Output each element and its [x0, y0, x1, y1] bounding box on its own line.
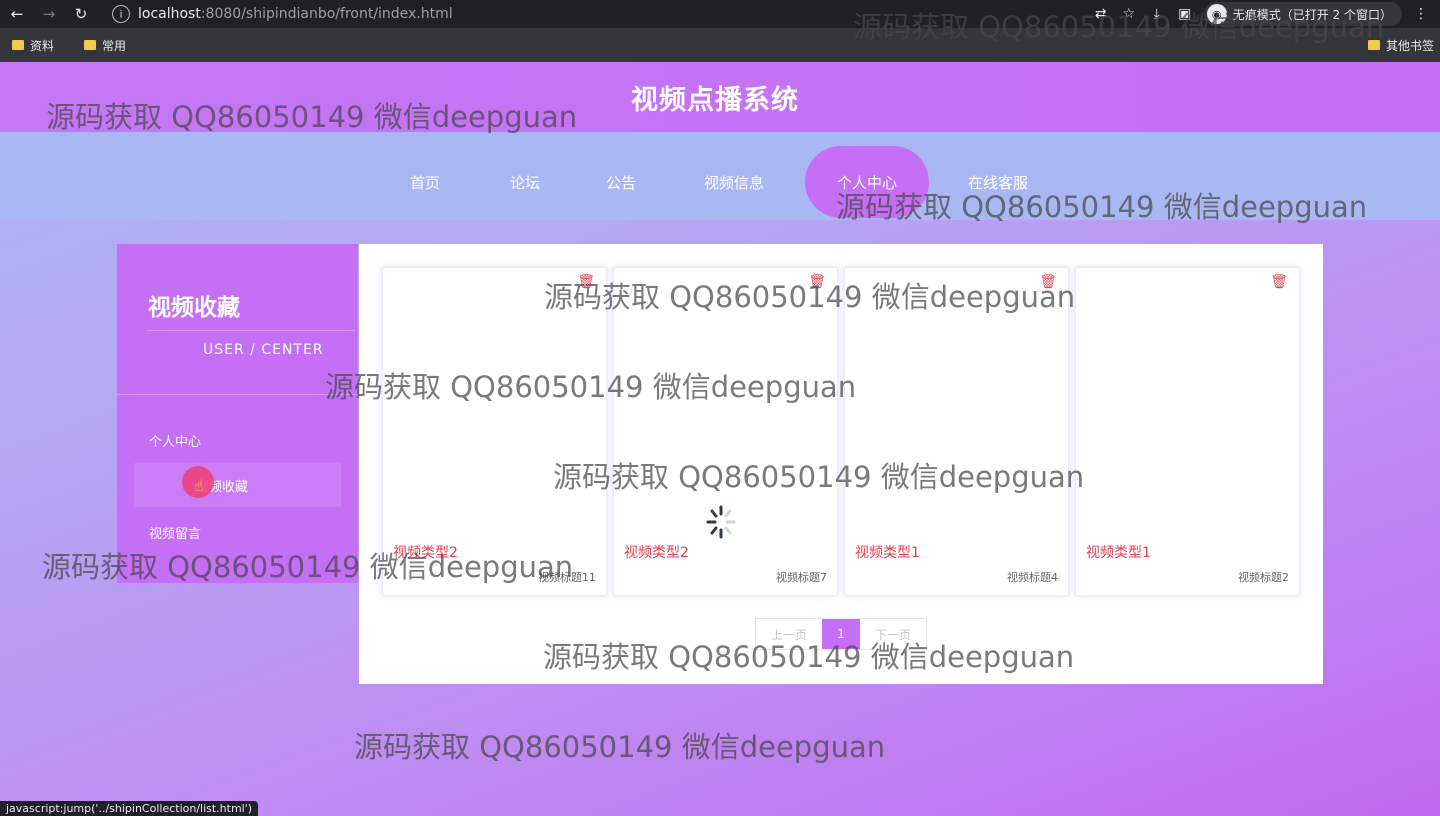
- nav-item-notice[interactable]: 公告: [591, 146, 651, 218]
- incognito-badge[interactable]: ◉ 无痕模式（已打开 2 个窗口）: [1203, 2, 1402, 26]
- reload-icon[interactable]: ↻: [68, 0, 94, 28]
- main-nav: 首页 论坛 公告 视频信息 个人中心 在线客服: [0, 132, 1440, 220]
- nav-item-forum[interactable]: 论坛: [495, 146, 555, 218]
- video-type: 视频类型1: [855, 545, 920, 561]
- divider: [117, 394, 358, 395]
- trash-icon[interactable]: 🗑: [1270, 274, 1288, 290]
- site-info-icon[interactable]: i: [112, 5, 130, 23]
- video-title: 视频标题11: [538, 571, 596, 584]
- browser-toolbar: ← → ↻ i localhost:8080/shipindianbo/fron…: [0, 0, 1440, 28]
- star-icon[interactable]: ☆: [1120, 6, 1138, 22]
- next-page-button[interactable]: 下一页: [860, 619, 926, 649]
- video-type: 视频类型1: [1086, 545, 1151, 561]
- video-type: 视频类型2: [624, 545, 689, 561]
- nav-item-video-info[interactable]: 视频信息: [690, 146, 778, 218]
- back-icon[interactable]: ←: [4, 0, 30, 28]
- video-card[interactable]: 🗑 视频类型2 视频标题11: [382, 267, 607, 596]
- video-title: 视频标题2: [1238, 571, 1289, 584]
- watermark: 源码获取 QQ86050149 微信deepguan: [354, 730, 886, 764]
- folder-icon: [1367, 40, 1380, 50]
- folder-icon: [12, 40, 24, 50]
- sidebar-subtitle: USER / CENTER: [203, 342, 324, 358]
- sidebar-item-user-center[interactable]: 个人中心: [149, 431, 201, 450]
- site-header: 视频点播系统: [0, 62, 1440, 132]
- incognito-label: 无痕模式（已打开 2 个窗口）: [1232, 7, 1392, 22]
- video-card[interactable]: 🗑 视频类型2 视频标题7: [613, 267, 838, 596]
- video-title: 视频标题4: [1007, 571, 1058, 584]
- sidepanel-icon[interactable]: ▣: [1176, 6, 1194, 22]
- sidebar: 视频收藏 USER / CENTER 个人中心 视频收藏 视频留言 ☝: [117, 244, 358, 583]
- url-path: :8080/shipindianbo/front/index.html: [200, 6, 453, 22]
- bookmark-label: 其他书签: [1385, 38, 1434, 53]
- folder-icon: [84, 40, 97, 50]
- bookmark-folder[interactable]: 常用: [84, 37, 126, 54]
- menu-icon[interactable]: ⋮: [1412, 6, 1430, 22]
- sidebar-title: 视频收藏: [148, 295, 240, 321]
- bookmark-label: 常用: [102, 38, 127, 53]
- collection-panel: 🗑 视频类型2 视频标题11 🗑 视频类型2 视频标题7 🗑 视频类型1 视频标…: [359, 244, 1323, 684]
- sidebar-item-video-message[interactable]: 视频留言: [149, 523, 201, 542]
- nav-item-user-center[interactable]: 个人中心: [805, 146, 929, 218]
- bookmarks-bar: 资料 常用 其他书签: [0, 28, 1440, 62]
- incognito-icon: ◉: [1206, 4, 1227, 24]
- sidebar-item-video-collection[interactable]: 视频收藏: [134, 463, 341, 507]
- status-bar: javascript:jump('../shipinCollection/lis…: [0, 801, 259, 816]
- current-page[interactable]: 1: [822, 619, 860, 649]
- trash-icon[interactable]: 🗑: [577, 274, 595, 290]
- divider: [147, 330, 355, 331]
- forward-icon[interactable]: →: [36, 0, 62, 28]
- video-card[interactable]: 🗑 视频类型1 视频标题2: [1075, 267, 1300, 596]
- trash-icon[interactable]: 🗑: [808, 274, 826, 290]
- bookmark-label: 资料: [30, 38, 55, 53]
- nav-item-home[interactable]: 首页: [395, 146, 455, 218]
- loading-spinner-icon: [706, 505, 736, 539]
- hand-cursor-icon: ☝: [194, 476, 204, 495]
- video-card[interactable]: 🗑 视频类型1 视频标题4: [844, 267, 1069, 596]
- other-bookmarks[interactable]: 其他书签: [1367, 37, 1434, 54]
- bookmark-folder[interactable]: 资料: [12, 37, 54, 54]
- site-title: 视频点播系统: [631, 84, 799, 116]
- video-type: 视频类型2: [393, 545, 458, 561]
- address-bar[interactable]: i localhost:8080/shipindianbo/front/inde…: [106, 3, 1066, 25]
- pagination: 上一页 1 下一页: [755, 618, 927, 650]
- video-title: 视频标题7: [776, 571, 827, 584]
- nav-item-online-service[interactable]: 在线客服: [956, 146, 1040, 218]
- url-host: localhost: [138, 6, 201, 22]
- download-icon[interactable]: ⤓: [1148, 6, 1166, 22]
- translate-icon[interactable]: ⇄: [1092, 6, 1110, 22]
- trash-icon[interactable]: 🗑: [1039, 274, 1057, 290]
- browser-actions: ⇄ ☆ ⤓ ▣ ◉ 无痕模式（已打开 2 个窗口） ⋮: [1092, 0, 1440, 28]
- prev-page-button[interactable]: 上一页: [756, 619, 822, 649]
